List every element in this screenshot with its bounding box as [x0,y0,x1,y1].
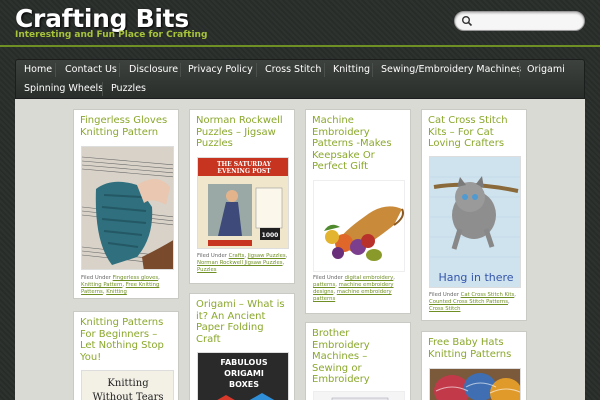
nav-item-puzzles[interactable]: Puzzles [111,80,146,98]
post-thumbnail[interactable] [429,368,521,400]
post-card: Fingerless Gloves Knitting Pattern Filed… [73,109,179,299]
post-categories: Filed Under digital embroidery, patterns… [313,275,395,302]
post-thumbnail[interactable]: Knitting Without Tears [81,370,174,400]
cornucopia-embroidery-image [314,181,404,271]
post-categories: Filed Under Crafts, Jigsaw Puzzles, Norm… [197,253,288,273]
search-box[interactable] [454,11,585,31]
post-thumbnail[interactable]: Hang in there [429,156,521,288]
cross-stitch-caption: Hang in there [438,271,513,284]
rockwell-puzzle-image: THE SATURDAY EVENING POST 1000 [198,158,288,248]
nav-item-disclosure[interactable]: Disclosure [129,61,178,79]
nav-item-origami[interactable]: Origami [527,61,565,79]
category-link[interactable]: Knitting Pattern [81,282,122,288]
post-thumbnail[interactable] [313,391,405,400]
post-card: Free Baby Hats Knitting Patterns [421,331,527,400]
nav-item-contact-us[interactable]: Contact Us [65,61,117,79]
category-link[interactable]: Fingerless gloves [113,275,158,281]
category-link[interactable]: Norman Rockwell Jigsaw Puzzles [197,260,283,266]
post-categories: Filed Under Fingerless gloves, Knitting … [81,275,160,295]
category-link[interactable]: patterns [313,282,335,288]
post-categories: Filed Under Cat Cross Stitch Kits, Count… [429,292,516,312]
category-link[interactable]: Counted Cross Stitch Patterns [429,299,508,305]
origami-boxes-image: FABULOUS ORIGAMI BOXES [198,353,288,400]
post-card: Machine Embroidery Patterns -Makes Keeps… [305,109,411,314]
nav-item-home[interactable]: Home [24,61,52,79]
magazine-title-line1: THE SATURDAY [217,161,272,168]
category-link[interactable]: Cross Stitch [429,306,460,312]
post-title[interactable]: Cat Cross Stitch Kits – For Cat Loving C… [428,115,508,150]
nav-separator [372,63,373,77]
origami-book-line2: ORIGAMI [224,369,264,378]
nav-separator [180,63,181,77]
post-thumbnail[interactable] [81,146,174,270]
post-thumbnail[interactable] [313,180,405,272]
cat-cross-stitch-image: Hang in there [430,157,520,287]
magazine-title-line2: EVENING POST [217,168,271,175]
site-title[interactable]: Crafting Bits [15,4,189,33]
fingerless-gloves-image [82,147,173,269]
puzzle-piece-count: 1000 [262,232,279,239]
knitting-book-line2: Without Tears [92,392,163,400]
site-header: Crafting Bits Interesting and Fun Place … [0,0,600,52]
nav-item-sewing-embroidery-machines[interactable]: Sewing/Embroidery Machines [381,61,521,79]
nav-item-spinning-wheels[interactable]: Spinning Wheels [24,80,103,98]
post-title[interactable]: Machine Embroidery Patterns -Makes Keeps… [312,115,392,173]
category-link[interactable]: Knitting [106,289,127,295]
nav-separator [324,63,325,77]
origami-book-line1: FABULOUS [220,358,267,367]
post-card: Norman Rockwell Puzzles – Jigsaw Puzzles… [189,109,295,284]
post-card: Origami – What is it? An Ancient Paper F… [189,293,295,400]
post-title[interactable]: Norman Rockwell Puzzles – Jigsaw Puzzles [196,115,283,150]
post-card: Knitting Patterns For Beginners – Let No… [73,311,179,400]
category-link[interactable]: digital embroidery [345,275,394,281]
embroidery-machine-image [314,392,404,400]
search-input[interactable] [475,14,579,28]
category-link[interactable]: Jigsaw Puzzles [248,253,286,259]
nav-separator [55,63,56,77]
origami-book-line3: BOXES [229,380,259,389]
baby-hats-image [430,369,520,400]
post-title[interactable]: Free Baby Hats Knitting Patterns [428,337,511,360]
nav-separator [102,82,103,96]
category-link[interactable]: Crafts [229,253,245,259]
nav-separator [256,63,257,77]
post-title[interactable]: Brother Embroidery Machines – Sewing or … [312,328,370,386]
post-card: Cat Cross Stitch Kits – For Cat Loving C… [421,109,527,321]
nav-separator [119,63,120,77]
post-card: Brother Embroidery Machines – Sewing or … [305,322,411,400]
nav-separator [519,63,520,77]
post-title[interactable]: Fingerless Gloves Knitting Pattern [80,115,167,138]
post-grid: Fingerless Gloves Knitting Pattern Filed… [15,99,585,400]
header-divider [0,45,600,47]
post-thumbnail[interactable]: THE SATURDAY EVENING POST 1000 [197,157,289,249]
main-navigation: Home Contact Us Disclosure Privacy Polic… [15,59,585,99]
category-link[interactable]: Puzzles [197,267,217,273]
knitting-book-line1: Knitting [107,378,149,389]
nav-item-cross-stitch[interactable]: Cross Stitch [265,61,321,79]
post-title[interactable]: Origami – What is it? An Ancient Paper F… [196,299,285,345]
nav-item-knitting[interactable]: Knitting [333,61,370,79]
search-icon [462,16,473,27]
post-thumbnail[interactable]: FABULOUS ORIGAMI BOXES [197,352,289,400]
post-title[interactable]: Knitting Patterns For Beginners – Let No… [80,317,164,363]
knitting-book-image: Knitting Without Tears [82,371,173,400]
site-tagline: Interesting and Fun Place for Crafting [15,30,208,40]
category-link[interactable]: Cat Cross Stitch Kits [461,292,515,298]
nav-item-privacy-policy[interactable]: Privacy Policy [188,61,253,79]
